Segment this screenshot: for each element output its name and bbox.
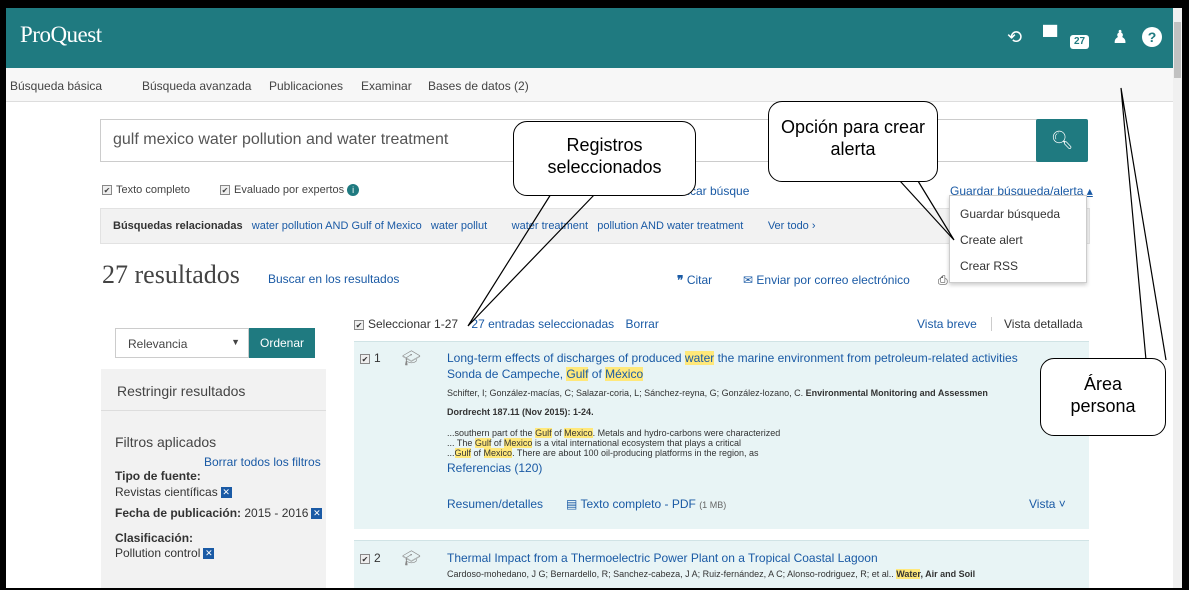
callout-selected-records: Registros seleccionados bbox=[513, 121, 696, 196]
callout-personal-area: Área persona bbox=[1040, 358, 1166, 436]
callout-create-alert: Opción para crear alerta bbox=[768, 101, 938, 182]
callout-pointers bbox=[467, 87, 1167, 361]
browser-viewport: ProQuest ⟲ ▀ 27 ♟ ? Búsqueda básica Búsq… bbox=[6, 8, 1182, 588]
